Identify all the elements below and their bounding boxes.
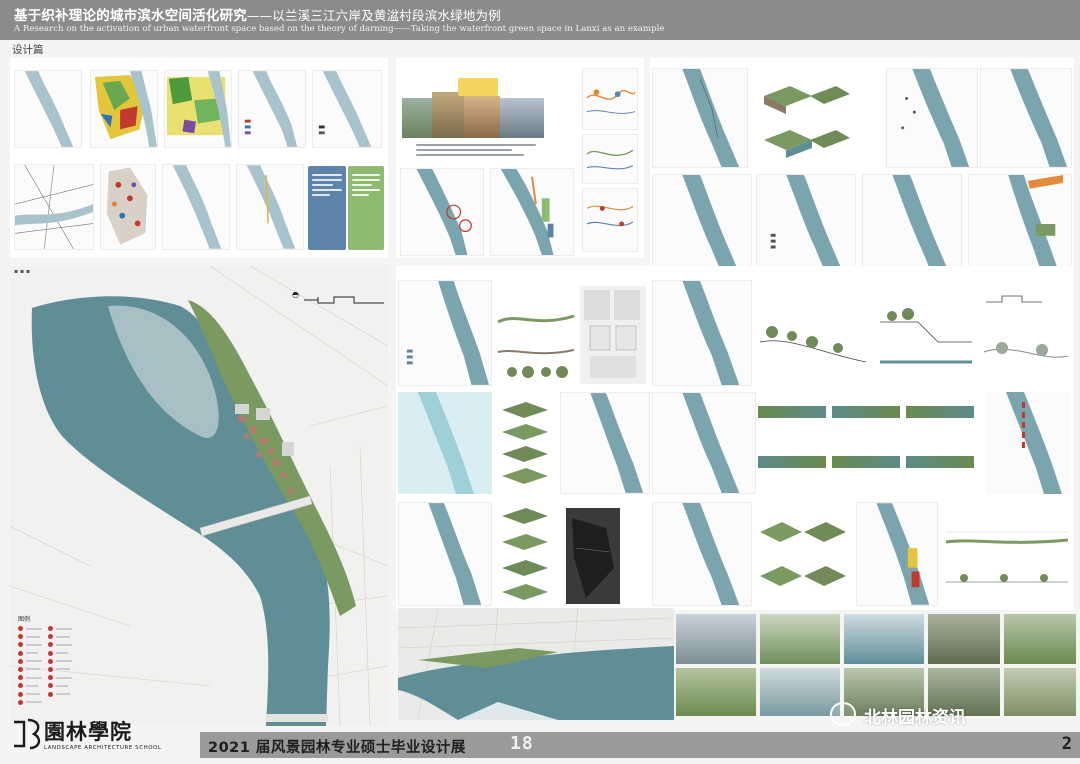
node-map-2 [886, 68, 978, 168]
site-photo-3 [844, 614, 924, 664]
detail-photo-grid-1 [758, 406, 828, 496]
strategy-notes [416, 144, 536, 159]
analysis-map-3 [164, 70, 232, 148]
reference-photo-3 [464, 96, 500, 138]
detail-map-6 [986, 392, 1070, 494]
reference-photo-1 [402, 98, 432, 138]
detail-map-9 [856, 502, 938, 606]
node-map-6 [862, 174, 962, 274]
master-plan-panel: ▪ ▪ ▪ ◓ 图例 [10, 266, 388, 726]
strategy-map-2 [490, 168, 574, 256]
summary-box-green [348, 166, 384, 250]
site-photo-1 [676, 614, 756, 664]
wechat-icon [830, 702, 856, 726]
exhibition-title: 2021 届风景园林专业硕士毕业设计展 [208, 740, 466, 756]
detail-map-1 [398, 280, 492, 386]
school-name-cn: 園林學院 [44, 719, 132, 744]
node-design-panel [650, 58, 1074, 280]
site-photo-5 [1004, 614, 1076, 664]
poster-header: 基于织补理论的城市滨水空间活化研究——以兰溪三江六岸及黄湓村段滨水绿地为例 A … [0, 0, 1080, 40]
board-number: 18 [510, 733, 534, 754]
node-map-4 [652, 174, 752, 274]
master-plan-legend: 图例 [18, 614, 128, 705]
site-analysis-panel [10, 58, 388, 258]
analysis-map-6 [14, 164, 94, 250]
master-plan-caption: ▪ ▪ ▪ [14, 268, 31, 275]
summary-box-blue [308, 166, 346, 250]
analysis-map-9 [236, 164, 304, 250]
site-photo-4 [928, 614, 1000, 664]
site-photo-6 [676, 668, 756, 716]
analysis-map-2 [90, 70, 158, 148]
detail-map-2 [652, 280, 752, 386]
analysis-map-8 [162, 164, 230, 250]
page-number: 2 [1061, 734, 1072, 754]
detail-axon-pair [758, 512, 848, 602]
detail-section-1 [496, 292, 576, 382]
flow-diagram-2 [582, 134, 638, 184]
aerial-render [398, 608, 674, 720]
detail-map-7 [398, 502, 492, 606]
detail-section-4 [982, 292, 1070, 382]
node-map-5 [756, 174, 856, 274]
detail-photo-grid-2 [832, 406, 902, 496]
detail-section-5 [944, 512, 1070, 602]
analysis-map-4 [238, 70, 306, 148]
node-map-3 [980, 68, 1072, 168]
node-map-1 [652, 68, 748, 168]
detail-axon-stack-1 [500, 400, 550, 492]
reference-photo-4 [500, 98, 544, 138]
poster-title: 基于织补理论的城市滨水空间活化研究——以兰溪三江六岸及黄湓村段滨水绿地为例 [14, 4, 501, 24]
detail-map-5 [652, 392, 756, 494]
node-map-7 [968, 174, 1072, 274]
strategy-map-1 [400, 168, 484, 256]
school-logo: 園林學院 LANDSCAPE ARCHITECTURE SCHOOL [10, 716, 200, 760]
analysis-map-1 [14, 70, 82, 148]
detail-axon-stack-2 [500, 506, 550, 602]
detail-photo-grid-3 [906, 406, 976, 496]
school-name-en: LANDSCAPE ARCHITECTURE SCHOOL [44, 745, 162, 751]
site-photo-2 [760, 614, 840, 664]
detail-plan-1 [580, 286, 646, 384]
legend-title: 图例 [18, 616, 31, 623]
strategy-banner [458, 78, 498, 96]
north-arrow-icon: ◓ [292, 290, 299, 299]
detail-section-2 [758, 292, 868, 382]
reference-photo-2 [432, 92, 464, 138]
title-main: 基于织补理论的城市滨水空间活化研究 [14, 8, 247, 24]
title-english: A Research on the activation of urban wa… [14, 24, 665, 34]
flow-diagram-3 [582, 188, 638, 252]
detail-section-3 [878, 292, 974, 382]
scale-bar-icon [304, 296, 384, 304]
night-render [566, 508, 620, 604]
detail-map-3 [398, 392, 492, 494]
analysis-map-5 [312, 70, 382, 148]
analysis-map-7 [100, 164, 156, 250]
aerial-render-panel [398, 608, 674, 720]
title-sub: ——以兰溪三江六岸及黄湓村段滨水绿地为例 [246, 8, 501, 23]
detail-map-4 [560, 392, 650, 494]
strategy-panel [396, 58, 644, 258]
detail-design-panel [396, 266, 1074, 610]
watermark-text: 北林园林资讯 [864, 708, 966, 728]
flow-diagram-1 [582, 68, 638, 130]
site-photo-7 [760, 668, 840, 716]
node-axon-1 [760, 76, 852, 166]
footer-bar: 2021 届风景园林专业硕士毕业设计展 18 2 [200, 732, 1080, 758]
north-arrow-scale: ◓ [290, 290, 384, 324]
section-label: 设计篇 [12, 44, 44, 56]
detail-map-8 [652, 502, 752, 606]
school-emblem-icon [14, 718, 41, 750]
